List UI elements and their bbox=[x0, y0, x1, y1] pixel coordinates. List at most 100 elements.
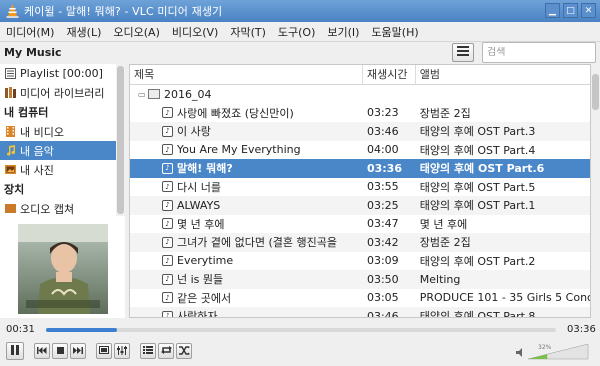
sidebar-section-devices: 장치 bbox=[4, 183, 25, 196]
menu-subtitle[interactable]: 자막(T) bbox=[224, 24, 272, 40]
table-row[interactable]: ♪ 사랑하자 03:46 태양의 후예 OST Part.8 bbox=[130, 307, 590, 317]
extended-settings-button[interactable] bbox=[114, 343, 130, 359]
audio-file-icon: ♪ bbox=[162, 292, 173, 304]
table-row[interactable]: ♪ 다시 너를 03:55 태양의 후예 OST Part.5 bbox=[130, 178, 590, 197]
seek-progress bbox=[46, 328, 118, 332]
playlist-toggle-icon bbox=[143, 346, 153, 356]
seek-slider[interactable] bbox=[46, 328, 556, 332]
stop-button[interactable] bbox=[52, 343, 68, 359]
sidebar-item-audio-capture[interactable]: 오디오 캡쳐 bbox=[0, 199, 124, 216]
minimize-button[interactable]: ▁ bbox=[545, 3, 560, 18]
close-button[interactable]: ✕ bbox=[581, 3, 596, 18]
track-title-cell: ♪ 넌 is 뭔들 bbox=[130, 271, 363, 287]
next-icon bbox=[73, 346, 83, 356]
previous-button[interactable] bbox=[34, 343, 50, 359]
collapse-arrow-icon[interactable]: ▭ bbox=[138, 90, 148, 99]
track-album: 태양의 후예 OST Part.2 bbox=[419, 254, 536, 268]
album-art bbox=[18, 224, 108, 314]
menu-view[interactable]: 보기(I) bbox=[321, 24, 365, 40]
table-row-now-playing[interactable]: ♪ 말해! 뭐해? 03:36 태양의 후예 OST Part.6 bbox=[130, 159, 590, 178]
sidebar-item-label: 미디어 라이브러리 bbox=[20, 86, 105, 100]
volume-slider[interactable] bbox=[527, 342, 590, 360]
menu-playback[interactable]: 재생(L) bbox=[60, 24, 107, 40]
sidebar-item-playlist[interactable]: Playlist [00:00] bbox=[0, 64, 124, 83]
sidebar-item-label: Playlist [00:00] bbox=[20, 67, 103, 80]
table-row[interactable]: ♪ 같은 곳에서 03:05 PRODUCE 101 - 35 Girls 5 Con… bbox=[130, 289, 590, 308]
audio-file-icon: ♪ bbox=[162, 107, 173, 119]
maximize-button[interactable]: □ bbox=[563, 3, 578, 18]
loop-button[interactable] bbox=[158, 343, 174, 359]
sidebar-section-my-computer: 내 컴퓨터 bbox=[4, 106, 49, 119]
table-header: 제목 재생시간 앨범 bbox=[130, 65, 590, 85]
window-title: 케이윌 - 말해! 뭐해? - VLC 미디어 재생기 bbox=[24, 5, 223, 18]
track-album: 몇 년 후에 bbox=[419, 217, 468, 231]
audio-file-icon: ♪ bbox=[162, 199, 173, 211]
fullscreen-button[interactable] bbox=[96, 343, 112, 359]
pause-icon bbox=[11, 345, 19, 357]
audio-file-icon: ♪ bbox=[162, 162, 173, 174]
table-row[interactable]: ♪ 몇 년 후에 03:47 몇 년 후에 bbox=[130, 215, 590, 234]
track-duration: 04:00 bbox=[366, 143, 399, 157]
sidebar-item-my-videos[interactable]: 내 비디오 bbox=[0, 122, 124, 141]
track-album: PRODUCE 101 - 35 Girls 5 Conc bbox=[419, 291, 590, 305]
table-row[interactable]: ♪ 그녀가 곁에 없다면 (결혼 행진곡을 03:42 장범준 2집 bbox=[130, 233, 590, 252]
track-title-cell: ♪ 같은 곳에서 bbox=[130, 290, 363, 306]
table-row[interactable]: ♪ 넌 is 뭔들 03:50 Melting bbox=[130, 270, 590, 289]
list-view-icon bbox=[457, 46, 469, 59]
sidebar-item-label: 오디오 캡쳐 bbox=[20, 202, 75, 216]
speaker-icon[interactable] bbox=[516, 348, 526, 360]
track-title: 말해! 뭐해? bbox=[177, 162, 233, 176]
sidebar-item-my-pictures[interactable]: 내 사진 bbox=[0, 160, 124, 179]
view-mode-button[interactable] bbox=[452, 43, 474, 62]
column-header-title[interactable]: 제목 bbox=[130, 65, 363, 85]
audio-file-icon: ♪ bbox=[162, 144, 173, 156]
toggle-playlist-button[interactable] bbox=[140, 343, 156, 359]
sidebar-scroll-thumb[interactable] bbox=[117, 66, 124, 214]
menu-media[interactable]: 미디어(M) bbox=[0, 24, 60, 40]
stop-icon bbox=[56, 346, 64, 356]
equalizer-icon bbox=[117, 345, 127, 357]
track-title-cell: ♪ 말해! 뭐해? bbox=[130, 160, 363, 176]
sidebar-item-my-music[interactable]: 내 음악 bbox=[0, 141, 124, 160]
menu-video[interactable]: 비디오(V) bbox=[166, 24, 224, 40]
column-header-album[interactable]: 앨범 bbox=[416, 65, 590, 85]
audio-file-icon: ♪ bbox=[162, 273, 173, 285]
menu-help[interactable]: 도움말(H) bbox=[365, 24, 424, 40]
audio-file-icon: ♪ bbox=[162, 125, 173, 137]
folder-row[interactable]: ▭ 2016_04 bbox=[130, 85, 590, 104]
table-row[interactable]: ♪ 이 사랑 03:46 태양의 후예 OST Part.3 bbox=[130, 122, 590, 141]
search-input[interactable] bbox=[487, 47, 587, 58]
track-title-cell: ♪ ALWAYS bbox=[130, 199, 363, 212]
fullscreen-icon bbox=[99, 346, 109, 356]
playlist-scrollbar[interactable] bbox=[591, 64, 600, 318]
pause-button[interactable] bbox=[6, 342, 24, 360]
playlist-icon bbox=[4, 68, 16, 80]
sidebar-scrollbar[interactable] bbox=[116, 64, 125, 216]
table-row[interactable]: ♪ 사랑에 빠졌죠 (당신만이) 03:23 장범준 2집 bbox=[130, 104, 590, 123]
music-icon bbox=[4, 145, 16, 157]
menu-audio[interactable]: 오디오(A) bbox=[107, 24, 165, 40]
sidebar: Playlist [00:00] 미디어 라이브러리 내 컴퓨터 내 비디오 내… bbox=[0, 64, 125, 216]
playlist-scroll-thumb[interactable] bbox=[592, 74, 599, 110]
search-box[interactable] bbox=[482, 42, 596, 63]
sidebar-item-label: 내 비디오 bbox=[20, 125, 64, 139]
previous-icon bbox=[37, 346, 47, 356]
column-header-duration[interactable]: 재생시간 bbox=[363, 65, 416, 85]
track-album: 장범준 2집 bbox=[419, 236, 471, 250]
maximize-icon: □ bbox=[566, 5, 575, 16]
sidebar-item-media-library[interactable]: 미디어 라이브러리 bbox=[0, 83, 124, 102]
menu-tools[interactable]: 도구(O) bbox=[272, 24, 321, 40]
shuffle-icon bbox=[178, 345, 190, 357]
track-title-cell: ♪ 다시 너를 bbox=[130, 179, 363, 195]
table-row[interactable]: ♪ ALWAYS 03:25 태양의 후예 OST Part.1 bbox=[130, 196, 590, 215]
track-title-cell: ♪ 그녀가 곁에 없다면 (결혼 행진곡을 bbox=[130, 234, 363, 250]
vlc-cone-icon bbox=[4, 3, 20, 19]
total-time: 03:36 bbox=[567, 324, 596, 335]
shuffle-button[interactable] bbox=[176, 343, 192, 359]
track-title-cell: ♪ 이 사랑 bbox=[130, 123, 363, 139]
track-title: 이 사랑 bbox=[177, 125, 211, 139]
table-row[interactable]: ♪ You Are My Everything 04:00 태양의 후예 OST Pa… bbox=[130, 141, 590, 160]
audio-file-icon: ♪ bbox=[162, 218, 173, 230]
table-row[interactable]: ♪ Everytime 03:09 태양의 후예 OST Part.2 bbox=[130, 252, 590, 271]
next-button[interactable] bbox=[70, 343, 86, 359]
